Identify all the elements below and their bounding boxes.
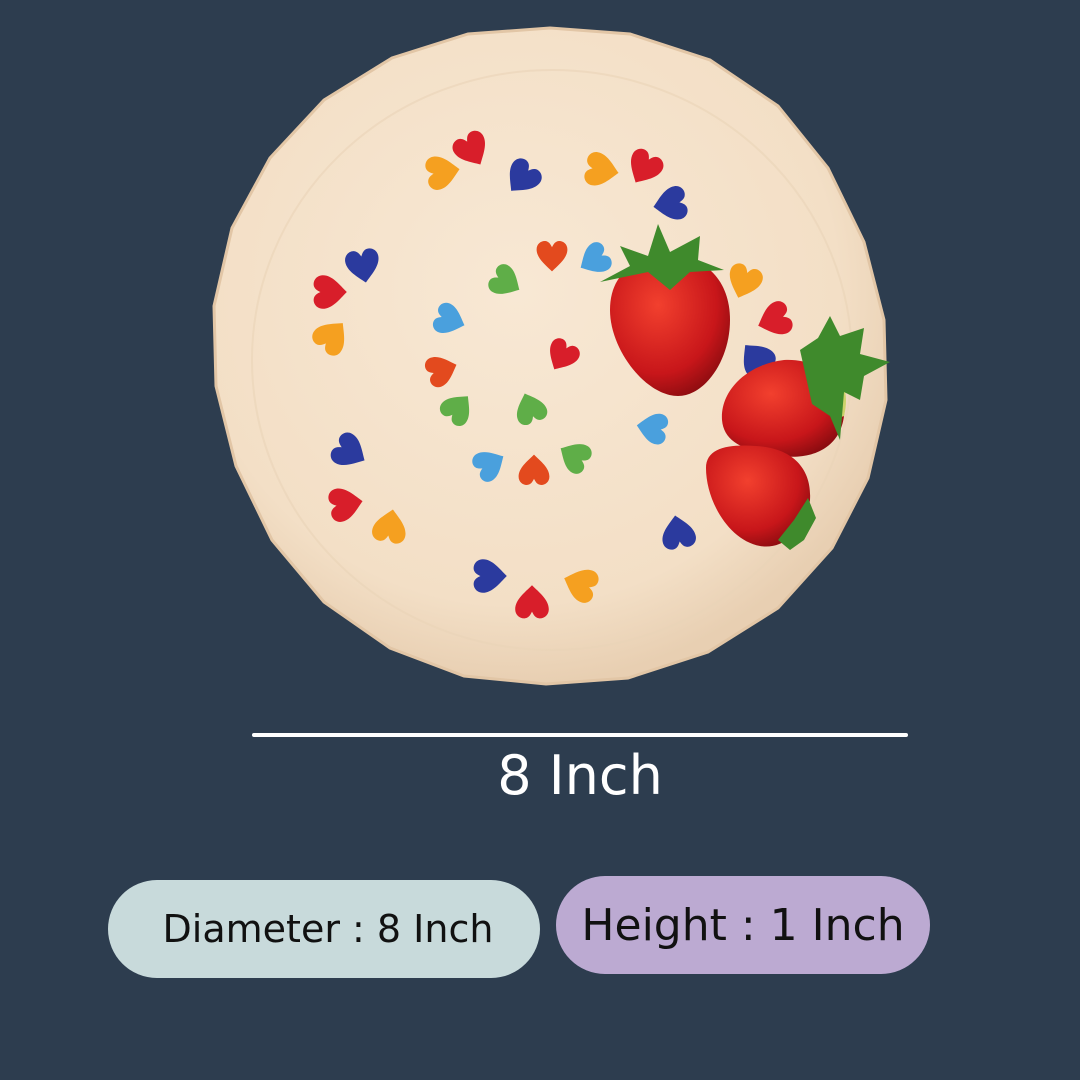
diameter-text: Diameter : 8 Inch <box>162 907 494 951</box>
plate-image <box>200 20 900 700</box>
diameter-measure-line <box>252 733 908 737</box>
height-text: Height : 1 Inch <box>581 899 905 951</box>
diameter-measure-label: 8 Inch <box>497 744 663 807</box>
product-dimension-graphic: 8 Inch Diameter : 8 Inch Height : 1 Inch <box>0 0 1080 1080</box>
plate-rim <box>212 26 888 686</box>
diameter-badge: Diameter : 8 Inch <box>108 880 540 978</box>
plate-illustration <box>212 26 890 686</box>
height-badge: Height : 1 Inch <box>556 876 930 974</box>
